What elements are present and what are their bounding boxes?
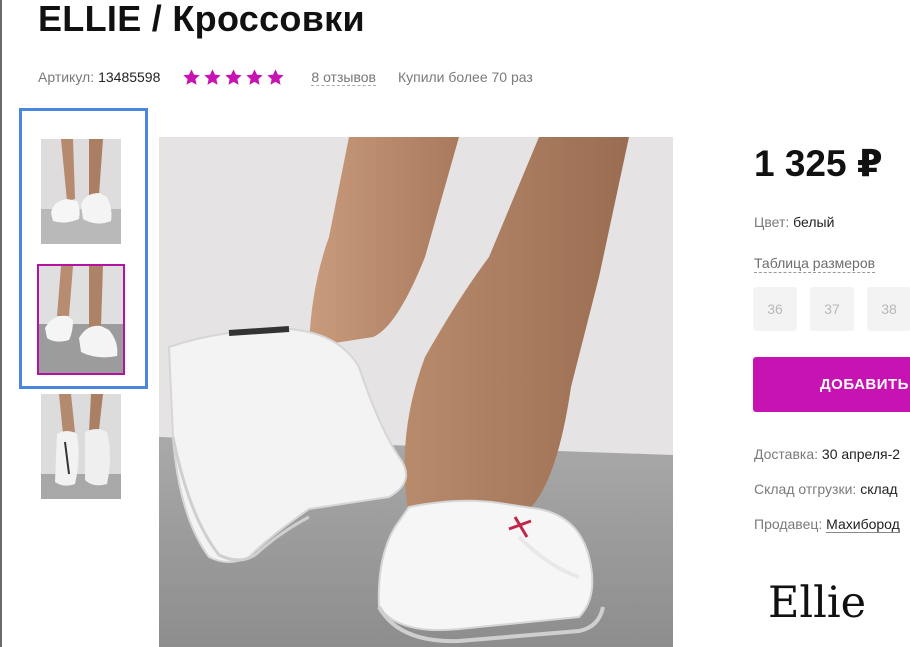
size-option-37[interactable]: 37 [810, 287, 854, 331]
size-option-38[interactable]: 38 [867, 287, 910, 331]
delivery-value: 30 апреля-2 [821, 446, 901, 462]
star-icon [246, 68, 264, 85]
brand-logo[interactable]: Ellie [768, 578, 866, 628]
sneaker-photo-icon [41, 139, 121, 244]
seller-row: Продавец: Махибород [754, 516, 900, 533]
delivery-row: Доставка: 30 апреля-2 [754, 446, 900, 462]
sneaker-photo-icon [159, 137, 673, 647]
delivery-label: Доставка: [754, 446, 819, 462]
sku-value: 13485598 [98, 69, 161, 85]
rating-stars [182, 68, 285, 87]
size-option-36[interactable]: 36 [753, 287, 797, 331]
sneaker-photo-icon [41, 394, 121, 499]
thumbnail-2-selected[interactable] [37, 264, 125, 375]
color-label: Цвет: [754, 214, 790, 230]
seller-link[interactable]: Махибород [826, 516, 900, 533]
warehouse-row: Склад отгрузки: склад [754, 481, 898, 497]
add-to-cart-button[interactable]: ДОБАВИТЬ [753, 357, 910, 412]
warehouse-value: склад [860, 481, 898, 497]
color-value: белый [793, 214, 835, 230]
window-edge [0, 0, 2, 647]
star-icon [267, 68, 285, 85]
sneaker-photo-icon [39, 266, 123, 373]
star-icon [183, 68, 201, 85]
size-table-link[interactable]: Таблица размеров [754, 255, 876, 273]
warehouse-label: Склад отгрузки: [754, 481, 857, 497]
product-price: 1 325 ₽ [754, 143, 883, 184]
color-row: Цвет: белый [754, 214, 834, 230]
star-icon [225, 68, 243, 85]
sku-label: Артикул: [38, 69, 95, 85]
reviews-link[interactable]: 8 отзывов [311, 69, 376, 86]
main-product-photo[interactable] [159, 137, 673, 647]
size-options: 36 37 38 [753, 287, 910, 331]
thumbnail-3[interactable] [41, 394, 121, 499]
thumbnail-1[interactable] [41, 139, 121, 244]
star-icon [204, 68, 222, 85]
product-meta-row: Артикул: 13485598 8 отзывов Купили более… [38, 66, 533, 88]
product-title: ELLIE / Кроссовки [38, 0, 365, 39]
seller-label: Продавец: [754, 516, 823, 532]
bought-count-text: Купили более 70 раз [397, 69, 533, 85]
